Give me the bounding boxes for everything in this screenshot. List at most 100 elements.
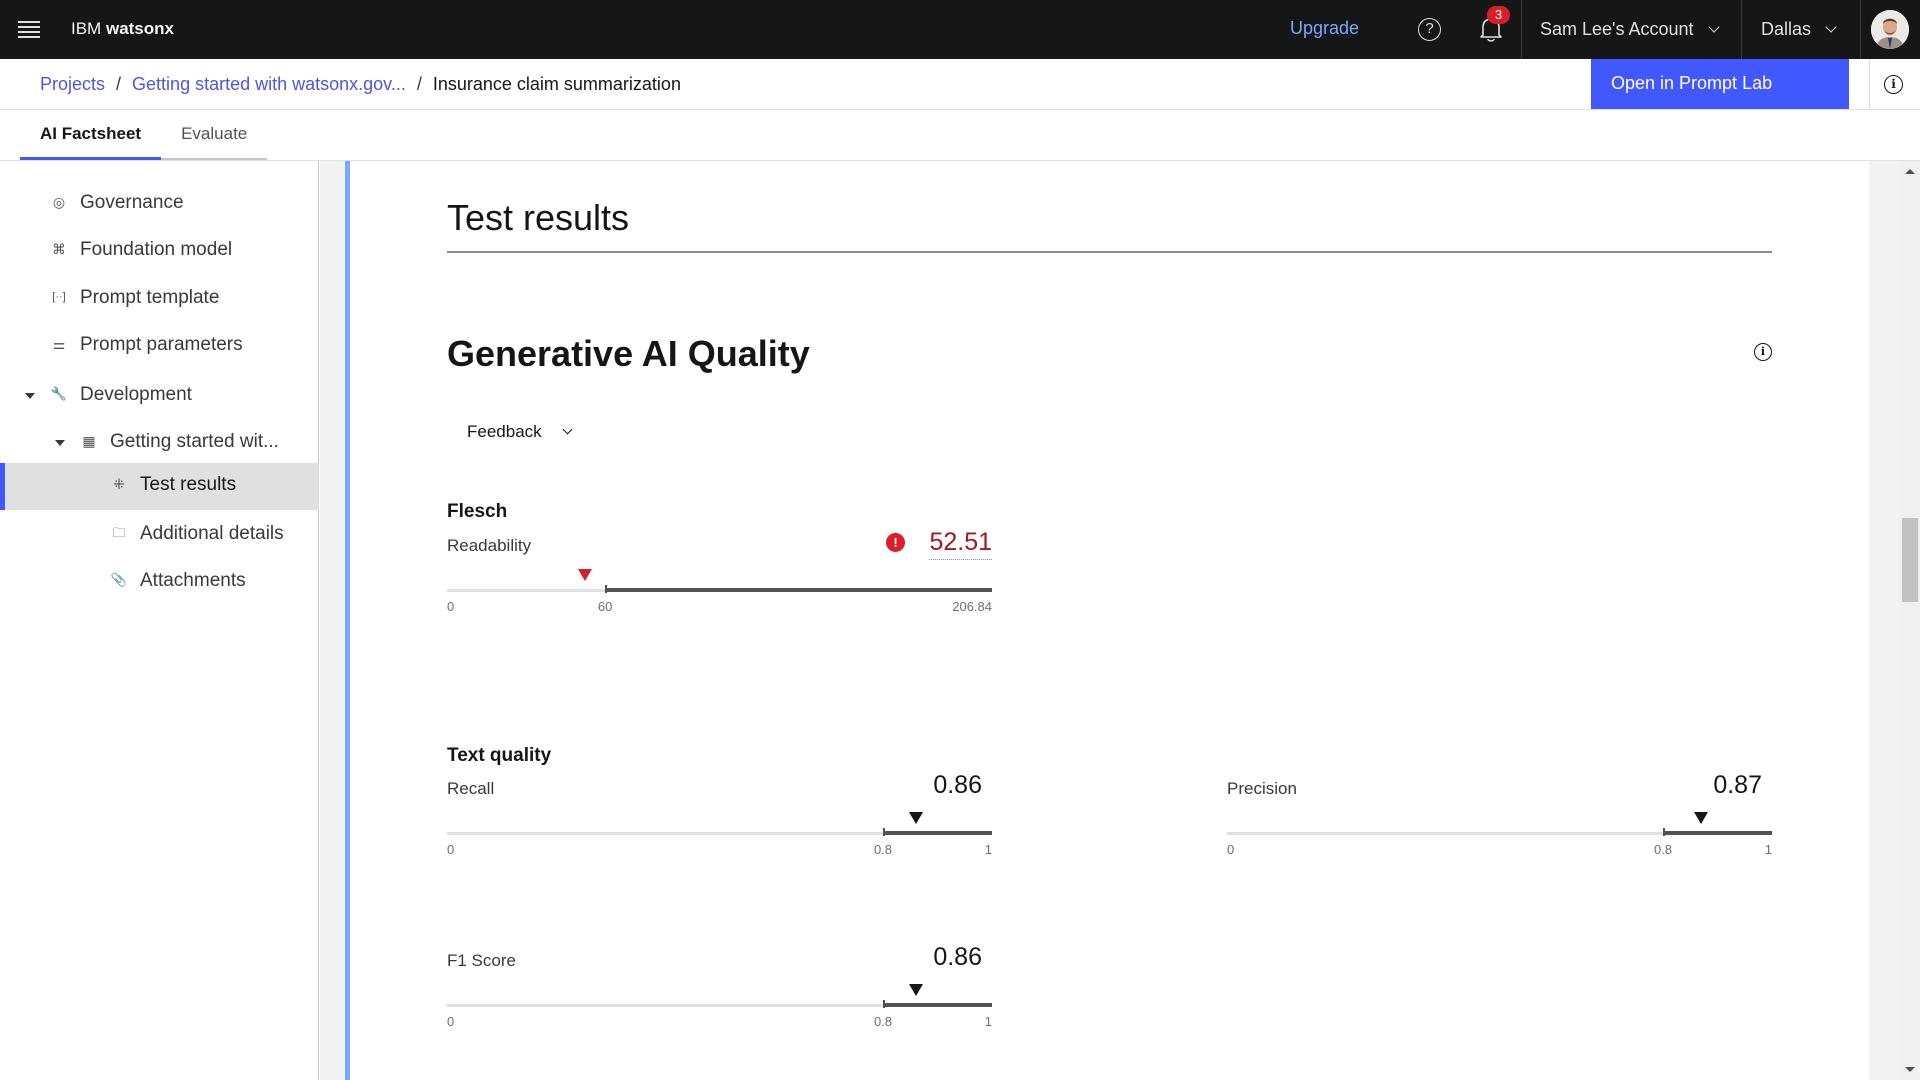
group-title-flesch: Flesch — [447, 501, 508, 522]
scroll-down-arrow-icon[interactable] — [1905, 1067, 1915, 1072]
tab-evaluate[interactable]: Evaluate — [161, 110, 268, 160]
page-title: Test results — [447, 197, 630, 238]
breadcrumb-bar: Projects / Getting started with watsonx.go… — [0, 59, 1920, 110]
caret-down-icon[interactable] — [55, 440, 65, 446]
tab-ai-factsheet[interactable]: AI Factsheet — [20, 110, 162, 160]
title-divider — [447, 251, 1772, 253]
sidebar-item-prompt-parameters[interactable]: ⚌ Prompt parameters — [0, 323, 319, 368]
dropdown-selected-value: Feedback — [467, 422, 542, 441]
sidebar-item-label: Prompt template — [80, 287, 220, 308]
metric-precision: Precision 0.87 0 0.8 1 — [1227, 771, 1772, 889]
product-logo[interactable]: IBM watsonx — [71, 19, 174, 39]
breadcrumb-projects[interactable]: Projects — [40, 74, 105, 94]
tick-max: 1 — [984, 842, 992, 857]
sidebar-item-label: Getting started wit... — [110, 431, 279, 452]
sidebar-item-prompt-template[interactable]: [··] Prompt template — [0, 276, 319, 321]
breadcrumb-separator: / — [416, 74, 422, 94]
region-switcher[interactable]: Dallas — [1761, 19, 1837, 40]
threshold-range — [1663, 828, 1772, 836]
main-content: Test results Generative AI Quality i Fee… — [350, 161, 1869, 1080]
metric-f1-score: F1 Score 0.86 0 0.8 1 — [447, 943, 992, 1061]
tick-min: 0 — [447, 1014, 455, 1029]
sidebar-item-label: Prompt parameters — [80, 334, 243, 355]
sidebar-item-label: Attachments — [140, 570, 246, 591]
hamburger-menu-icon[interactable] — [18, 18, 40, 40]
tick-min: 0 — [447, 599, 455, 614]
top-header: IBM watsonx Upgrade ? 3 Sam Lee's Accoun… — [0, 0, 1920, 59]
upgrade-link[interactable]: Upgrade — [1290, 18, 1359, 39]
help-icon[interactable]: ? — [1418, 18, 1441, 41]
tick-min: 0 — [447, 842, 455, 857]
section-title: Generative AI Quality — [447, 333, 810, 374]
chevron-down-icon — [562, 424, 573, 435]
metric-value[interactable]: 52.51 — [929, 528, 992, 560]
notification-count-badge: 3 — [1487, 6, 1510, 24]
header-divider — [1741, 0, 1742, 59]
test-results-icon: ⁜ — [113, 476, 125, 492]
metric-recall: Recall 0.86 0 0.8 1 — [447, 771, 992, 889]
governance-icon: ◎ — [52, 194, 66, 210]
tick-max: 1 — [1764, 842, 1772, 857]
scroll-up-arrow-icon[interactable] — [1905, 169, 1915, 174]
sidebar-item-label: Foundation model — [80, 239, 233, 260]
breadcrumb-project[interactable]: Getting started with watsonx.gov... — [132, 74, 406, 94]
wrench-icon: 🔧 — [50, 386, 68, 401]
metric-label: Recall — [447, 779, 495, 798]
metric-label: F1 Score — [447, 951, 516, 970]
breadcrumb-separator: / — [116, 74, 122, 94]
feedback-dropdown[interactable]: Feedback — [467, 422, 573, 442]
chevron-down-icon — [1707, 21, 1720, 33]
sidebar-item-label: Governance — [80, 192, 184, 213]
sidebar-item-foundation-model[interactable]: ⌘ Foundation model — [0, 228, 319, 273]
user-avatar[interactable] — [1871, 10, 1909, 49]
toolbar-divider — [1869, 59, 1870, 109]
sidebar-item-label: Additional details — [140, 523, 284, 544]
header-divider — [1860, 0, 1861, 59]
factsheet-sidebar: ◎ Governance ⌘ Foundation model [··] Pro… — [0, 161, 319, 1080]
breadcrumb-current: Insurance claim summarization — [432, 74, 681, 94]
score-marker — [908, 812, 923, 824]
account-switcher[interactable]: Sam Lee's Account — [1540, 19, 1720, 40]
score-marker — [908, 984, 923, 996]
sidebar-item-development[interactable]: 🔧 Development — [0, 373, 319, 418]
scrollbar-thumb[interactable] — [1902, 518, 1918, 602]
info-icon[interactable]: i — [1754, 343, 1772, 361]
threshold-range — [883, 828, 992, 836]
sidebar-item-governance[interactable]: ◎ Governance — [0, 181, 319, 226]
tick-threshold: 0.8 — [873, 842, 893, 857]
brand-prefix: IBM — [71, 19, 102, 38]
metric-value: 0.86 — [933, 943, 982, 971]
sidebar-item-label: Development — [80, 384, 192, 405]
tick-min: 0 — [1227, 842, 1235, 857]
sidebar-item-getting-started[interactable]: ▦ Getting started wit... — [0, 420, 319, 465]
paperclip-icon: 📎 — [110, 572, 128, 587]
chevron-down-icon — [1825, 21, 1837, 33]
page-tabs: AI Factsheet Evaluate — [20, 110, 268, 160]
prompt-template-icon: [··] — [52, 291, 66, 303]
vertical-scrollbar[interactable] — [1900, 161, 1920, 1080]
warning-icon: ! — [886, 533, 905, 552]
tick-threshold: 0.8 — [873, 1014, 893, 1029]
region-label: Dallas — [1761, 19, 1812, 39]
tick-max: 206.84 — [952, 599, 992, 614]
sidebar-item-additional-details[interactable]: 🗀 Additional details — [0, 512, 319, 557]
threshold-range — [605, 585, 992, 593]
tick-threshold: 0.8 — [1653, 842, 1673, 857]
header-divider — [1521, 0, 1522, 59]
app-grid-icon: ▦ — [82, 433, 96, 449]
score-marker — [578, 569, 593, 581]
metric-label: Precision — [1227, 779, 1297, 798]
info-icon[interactable]: i — [1884, 75, 1903, 94]
metric-label: Readability — [447, 536, 532, 555]
sidebar-item-test-results[interactable]: ⁜ Test results — [0, 463, 319, 510]
tick-threshold: 60 — [597, 599, 613, 614]
sidebar-gutter — [320, 161, 345, 1080]
group-title-text-quality: Text quality — [447, 745, 552, 766]
brand-name: watsonx — [105, 19, 174, 38]
threshold-range — [883, 1000, 992, 1008]
metric-value: 0.87 — [1713, 771, 1762, 799]
sidebar-item-attachments[interactable]: 📎 Attachments — [0, 559, 319, 604]
sidebar-item-label: Test results — [140, 474, 237, 495]
caret-down-icon[interactable] — [25, 393, 35, 399]
open-in-prompt-lab-button[interactable]: Open in Prompt Lab — [1591, 59, 1849, 109]
